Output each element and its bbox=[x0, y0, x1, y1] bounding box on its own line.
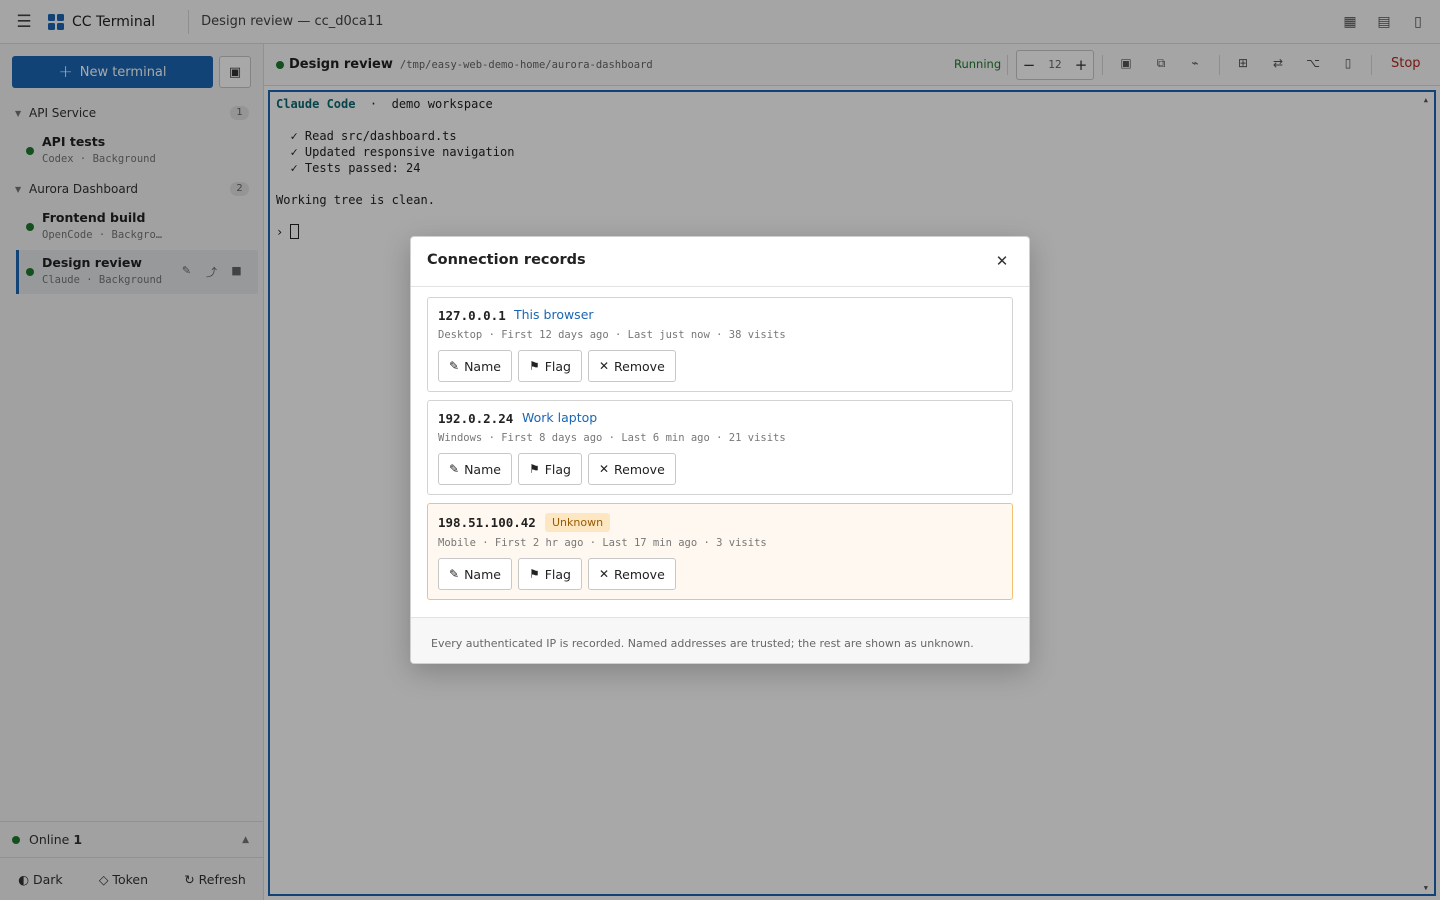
x-icon: ✕ bbox=[598, 462, 610, 476]
flag-button[interactable]: ⚑ Flag bbox=[517, 350, 582, 382]
remove-button[interactable]: ✕ Remove bbox=[587, 453, 676, 485]
flag-icon: ⚑ bbox=[528, 567, 540, 581]
remove-button[interactable]: ✕ Remove bbox=[587, 350, 676, 382]
name-button[interactable]: ✎ Name bbox=[438, 558, 512, 590]
record-label: Work laptop bbox=[522, 410, 598, 425]
record-meta: Mobile · First 2 hr ago · Last 17 min ag… bbox=[438, 537, 767, 549]
button-label: Flag bbox=[544, 358, 571, 374]
record-ip: 127.0.0.1 bbox=[438, 308, 506, 323]
connection-record: 192.0.2.24 Work laptop Windows · First 8… bbox=[427, 400, 1013, 495]
flag-button[interactable]: ⚑ Flag bbox=[517, 453, 582, 485]
connection-record-unknown: 198.51.100.42 Unknown Mobile · First 2 h… bbox=[427, 503, 1013, 600]
dialog-footer: Every authenticated IP is recorded. Name… bbox=[411, 617, 1029, 663]
button-label: Name bbox=[464, 358, 501, 374]
button-label: Flag bbox=[544, 461, 571, 477]
flag-icon: ⚑ bbox=[528, 462, 540, 476]
button-label: Name bbox=[464, 566, 501, 582]
pencil-icon: ✎ bbox=[449, 567, 460, 581]
connection-records-dialog: Connection records ✕ 127.0.0.1 This brow… bbox=[410, 236, 1030, 664]
remove-button[interactable]: ✕ Remove bbox=[587, 558, 676, 590]
unknown-badge: Unknown bbox=[545, 513, 611, 532]
button-label: Name bbox=[464, 461, 501, 477]
x-icon: ✕ bbox=[598, 567, 610, 581]
button-label: Remove bbox=[614, 461, 665, 477]
x-icon: ✕ bbox=[598, 359, 610, 373]
button-label: Flag bbox=[544, 566, 571, 582]
record-ip: 198.51.100.42 bbox=[438, 515, 536, 530]
button-label: Remove bbox=[614, 566, 665, 582]
flag-button[interactable]: ⚑ Flag bbox=[517, 558, 582, 590]
connection-record: 127.0.0.1 This browser Desktop · First 1… bbox=[427, 297, 1013, 392]
button-label: Remove bbox=[614, 358, 665, 374]
record-meta: Windows · First 8 days ago · Last 6 min … bbox=[438, 432, 786, 444]
record-label: This browser bbox=[514, 307, 594, 322]
close-icon[interactable]: ✕ bbox=[991, 250, 1013, 272]
dialog-title: Connection records bbox=[427, 252, 586, 268]
name-button[interactable]: ✎ Name bbox=[438, 350, 512, 382]
record-ip: 192.0.2.24 bbox=[438, 411, 514, 426]
flag-icon: ⚑ bbox=[528, 359, 540, 373]
name-button[interactable]: ✎ Name bbox=[438, 453, 512, 485]
record-meta: Desktop · First 12 days ago · Last just … bbox=[438, 329, 786, 341]
pencil-icon: ✎ bbox=[449, 462, 460, 476]
pencil-icon: ✎ bbox=[449, 359, 460, 373]
footer-note: Every authenticated IP is recorded. Name… bbox=[431, 637, 974, 650]
